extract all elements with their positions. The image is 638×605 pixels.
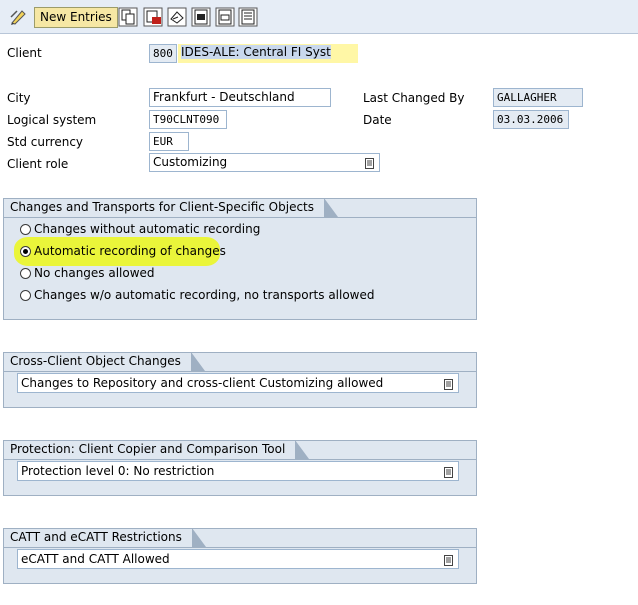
dropdown-icon[interactable] bbox=[444, 553, 453, 566]
protection-value: Protection level 0: No restriction bbox=[21, 464, 215, 478]
std-currency-label: Std currency bbox=[7, 135, 84, 149]
radio-option-no-recording[interactable]: Changes without automatic recording bbox=[20, 220, 260, 238]
deselect-all-icon[interactable] bbox=[238, 7, 258, 27]
radio-button-selected[interactable] bbox=[20, 246, 31, 257]
last-changed-by-field: GALLAGHER bbox=[493, 88, 583, 107]
logical-system-label: Logical system bbox=[7, 113, 97, 127]
new-entries-button[interactable]: New Entries bbox=[34, 7, 118, 28]
radio-button[interactable] bbox=[20, 268, 31, 279]
catt-dropdown[interactable]: eCATT and CATT Allowed bbox=[17, 549, 459, 569]
application-toolbar: New Entries bbox=[0, 0, 638, 34]
cross-client-value: Changes to Repository and cross-client C… bbox=[21, 376, 384, 390]
client-role-dropdown[interactable]: Customizing bbox=[149, 153, 380, 172]
display-change-icon[interactable] bbox=[9, 7, 29, 27]
logical-system-field[interactable]: T90CLNT090 bbox=[149, 110, 227, 129]
std-currency-field[interactable]: EUR bbox=[149, 132, 189, 151]
radio-button[interactable] bbox=[20, 290, 31, 301]
client-role-label: Client role bbox=[7, 157, 69, 171]
radio-option-automatic-recording[interactable]: Automatic recording of changes bbox=[20, 242, 226, 260]
radio-option-no-transports[interactable]: Changes w/o automatic recording, no tran… bbox=[20, 286, 375, 304]
cross-client-dropdown[interactable]: Changes to Repository and cross-client C… bbox=[17, 373, 459, 393]
client-role-value: Customizing bbox=[153, 155, 228, 169]
last-changed-by-label: Last Changed By bbox=[363, 91, 465, 105]
dropdown-icon[interactable] bbox=[444, 465, 453, 478]
undo-icon[interactable] bbox=[167, 7, 187, 27]
select-block-icon[interactable] bbox=[215, 7, 235, 27]
catt-value: eCATT and CATT Allowed bbox=[21, 552, 170, 566]
radio-option-no-changes[interactable]: No changes allowed bbox=[20, 264, 155, 282]
group-title: CATT and eCATT Restrictions bbox=[3, 528, 206, 548]
dropdown-icon[interactable] bbox=[444, 377, 453, 390]
group-title: Cross-Client Object Changes bbox=[3, 352, 205, 372]
city-label: City bbox=[7, 91, 31, 105]
city-field[interactable]: Frankfurt - Deutschland bbox=[149, 88, 331, 107]
client-field: 800 bbox=[149, 44, 177, 63]
select-all-icon[interactable] bbox=[191, 7, 211, 27]
dropdown-icon[interactable] bbox=[365, 157, 374, 169]
date-label: Date bbox=[363, 113, 392, 127]
group-title: Protection: Client Copier and Comparison… bbox=[3, 440, 310, 460]
group-title: Changes and Transports for Client-Specif… bbox=[3, 198, 339, 218]
protection-dropdown[interactable]: Protection level 0: No restriction bbox=[17, 461, 459, 481]
client-label: Client bbox=[7, 46, 42, 60]
radio-button[interactable] bbox=[20, 224, 31, 235]
copy-icon[interactable] bbox=[118, 7, 138, 27]
date-field: 03.03.2006 bbox=[493, 110, 569, 129]
client-description: IDES-ALE: Central FI Syst bbox=[178, 44, 358, 63]
delete-icon[interactable] bbox=[143, 7, 163, 27]
